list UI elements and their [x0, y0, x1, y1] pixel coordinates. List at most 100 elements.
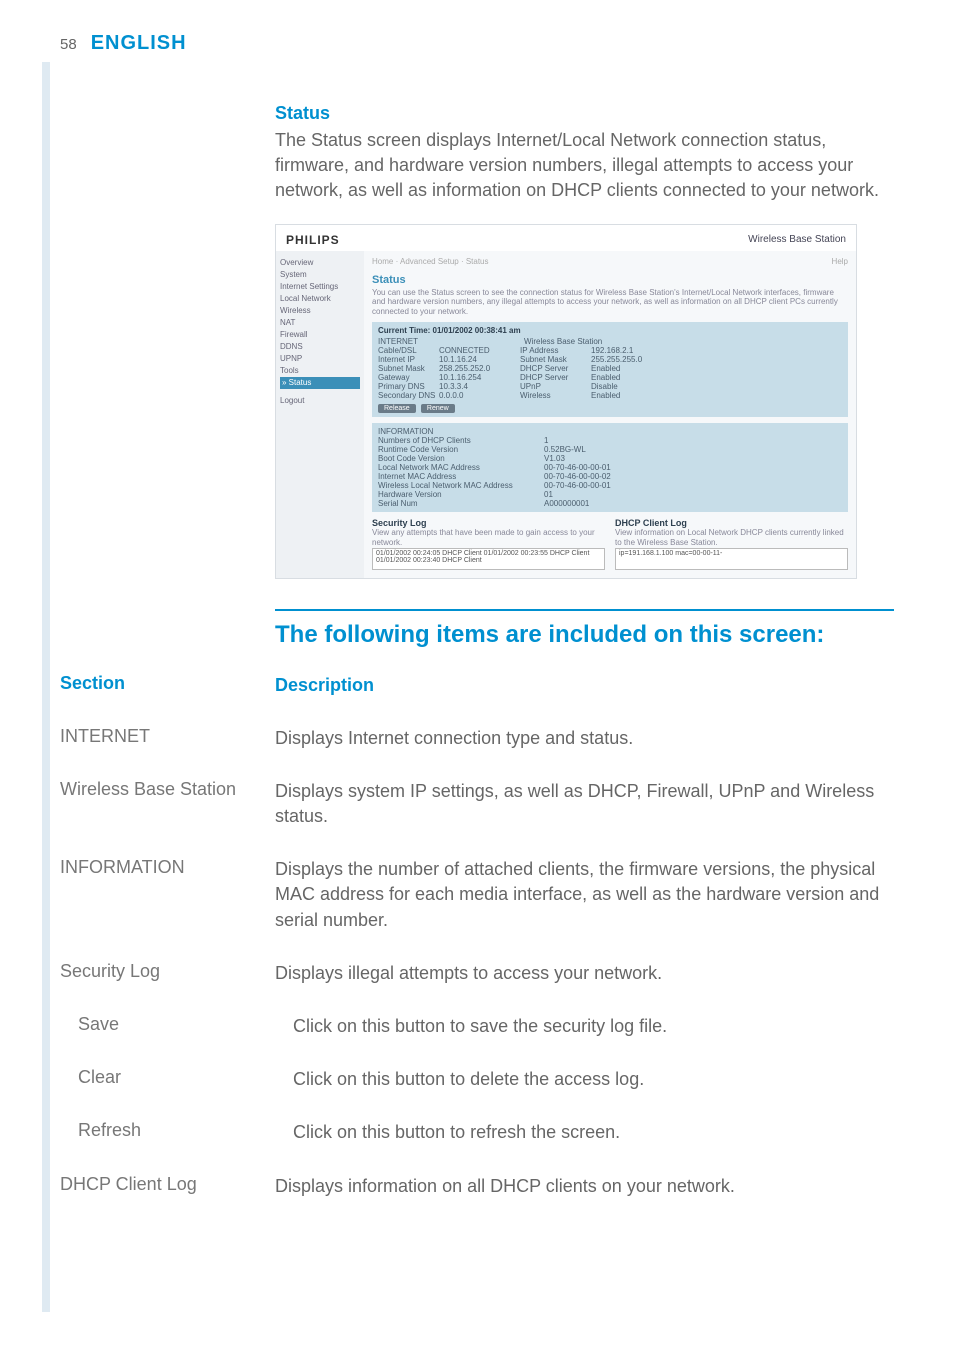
status-description: The Status screen displays Internet/Loca…: [275, 128, 894, 204]
screenshot-panel-info: INFORMATION Numbers of DHCP Clients 1 Run…: [372, 423, 848, 512]
table-row: INTERNET Displays Internet connection ty…: [60, 726, 894, 751]
cell: 01: [544, 490, 553, 499]
cell: Enabled: [591, 373, 620, 382]
page-container: 58 ENGLISH Status The Status screen disp…: [0, 0, 954, 1267]
nav-item: DDNS: [280, 341, 360, 353]
cell: A000000001: [544, 499, 589, 508]
table-row: DHCP Client Log Displays information on …: [60, 1174, 894, 1199]
cell: Hardware Version: [378, 490, 538, 499]
cell: 258.255.252.0: [439, 364, 514, 373]
row-section: INTERNET: [60, 726, 275, 747]
cell: 0.0.0.0: [439, 391, 514, 400]
section-divider: [275, 609, 894, 611]
cell: Internet IP: [378, 355, 433, 364]
cell: V1.03: [544, 454, 565, 463]
screenshot-panel-status: Current Time: 01/01/2002 00:38:41 am INT…: [372, 322, 848, 417]
table-row: Security Log Displays illegal attempts t…: [60, 961, 894, 986]
cell: DHCP Server: [520, 364, 585, 373]
row-desc: Displays illegal attempts to access your…: [275, 961, 894, 986]
btn-renew: Renew: [421, 404, 455, 413]
screenshot-nav: Overview System Internet Settings Local …: [276, 251, 364, 578]
screenshot-help: Help: [832, 257, 848, 266]
cell: 1: [544, 436, 548, 445]
nav-item: System: [280, 269, 360, 281]
dhcplog-box: ip=191.168.1.100 mac=00-00-11-: [615, 548, 848, 570]
table-row: Clear Click on this button to delete the…: [60, 1067, 894, 1092]
nav-item: UPNP: [280, 353, 360, 365]
table-row: Refresh Click on this button to refresh …: [60, 1120, 894, 1145]
cell: 10.1.16.254: [439, 373, 514, 382]
cell: 192.168.2.1: [591, 346, 633, 355]
row-desc: Click on this button to save the securit…: [293, 1014, 894, 1039]
screenshot-time: Current Time: 01/01/2002 00:38:41 am: [378, 326, 842, 335]
row-section: Clear: [60, 1067, 293, 1088]
cell: 00-70-46-00-00-01: [544, 481, 611, 490]
nav-item: NAT: [280, 317, 360, 329]
cell: Wireless Local Network MAC Address: [378, 481, 538, 490]
col-header-description: Description: [275, 673, 894, 698]
row-desc: Click on this button to refresh the scre…: [293, 1120, 894, 1145]
dhcplog-desc: View information on Local Network DHCP c…: [615, 528, 848, 547]
cell: DHCP Server: [520, 373, 585, 382]
cell: Subnet Mask: [378, 364, 433, 373]
content-area: Status The Status screen displays Intern…: [275, 103, 894, 1199]
row-desc: Click on this button to delete the acces…: [293, 1067, 894, 1092]
page-language: ENGLISH: [91, 32, 187, 55]
row-section: Save: [60, 1014, 293, 1035]
section-title-status: Status: [275, 103, 894, 124]
cell: Serial Num: [378, 499, 538, 508]
table-heading: The following items are included on this…: [275, 621, 894, 649]
left-accent-bar: [42, 62, 50, 1312]
cell: 255.255.255.0: [591, 355, 642, 364]
nav-item-selected: » Status: [280, 377, 360, 389]
row-desc: Displays Internet connection type and st…: [275, 726, 894, 751]
row-section: DHCP Client Log: [60, 1174, 275, 1195]
cell: Local Network MAC Address: [378, 463, 538, 472]
page-header: 58 ENGLISH: [60, 32, 894, 55]
cell: 00-70-46-00-00-02: [544, 472, 611, 481]
cell: Cable/DSL: [378, 346, 433, 355]
screenshot-logo: PHILIPS: [286, 233, 340, 247]
cell: Primary DNS: [378, 382, 433, 391]
table-header-row: Section Description: [60, 673, 894, 698]
screenshot-desc: You can use the Status screen to see the…: [372, 288, 848, 317]
row-section: Refresh: [60, 1120, 293, 1141]
table-row: Wireless Base Station Displays system IP…: [60, 779, 894, 829]
cell: Wireless: [520, 391, 585, 400]
cell: Gateway: [378, 373, 433, 382]
dhcplog-title: DHCP Client Log: [615, 518, 848, 528]
nav-item: Tools: [280, 365, 360, 377]
embedded-screenshot: PHILIPS Wireless Base Station Overview S…: [275, 224, 857, 579]
cell: 00-70-46-00-00-01: [544, 463, 611, 472]
cell: CONNECTED: [439, 346, 514, 355]
row-desc: Displays system IP settings, as well as …: [275, 779, 894, 829]
panel-col: INTERNET: [378, 337, 518, 346]
cell: Secondary DNS: [378, 391, 433, 400]
page-number: 58: [60, 36, 77, 53]
screenshot-heading: Status: [372, 274, 848, 286]
row-section: Security Log: [60, 961, 275, 982]
nav-item: Internet Settings: [280, 281, 360, 293]
info-title: INFORMATION: [378, 427, 842, 436]
seclog-desc: View any attempts that have been made to…: [372, 528, 605, 547]
cell: 10.1.16.24: [439, 355, 514, 364]
cell: Boot Code Version: [378, 454, 538, 463]
col-header-section: Section: [60, 673, 275, 694]
seclog-box: 01/01/2002 00:24:05 DHCP Client 01/01/20…: [372, 548, 605, 570]
cell: Enabled: [591, 391, 620, 400]
items-table: Section Description INTERNET Displays In…: [60, 673, 894, 1199]
screenshot-lower: Security Log View any attempts that have…: [372, 518, 848, 569]
row-section: INFORMATION: [60, 857, 275, 878]
cell: 10.3.3.4: [439, 382, 514, 391]
cell: UPnP: [520, 382, 585, 391]
row-desc: Displays information on all DHCP clients…: [275, 1174, 894, 1199]
row-section: Wireless Base Station: [60, 779, 275, 800]
cell: Enabled: [591, 364, 620, 373]
cell: 0.52BG-WL: [544, 445, 586, 454]
cell: Numbers of DHCP Clients: [378, 436, 538, 445]
row-desc: Displays the number of attached clients,…: [275, 857, 894, 933]
btn-release: Release: [378, 404, 416, 413]
nav-item: Local Network: [280, 293, 360, 305]
table-row: INFORMATION Displays the number of attac…: [60, 857, 894, 933]
cell: Runtime Code Version: [378, 445, 538, 454]
